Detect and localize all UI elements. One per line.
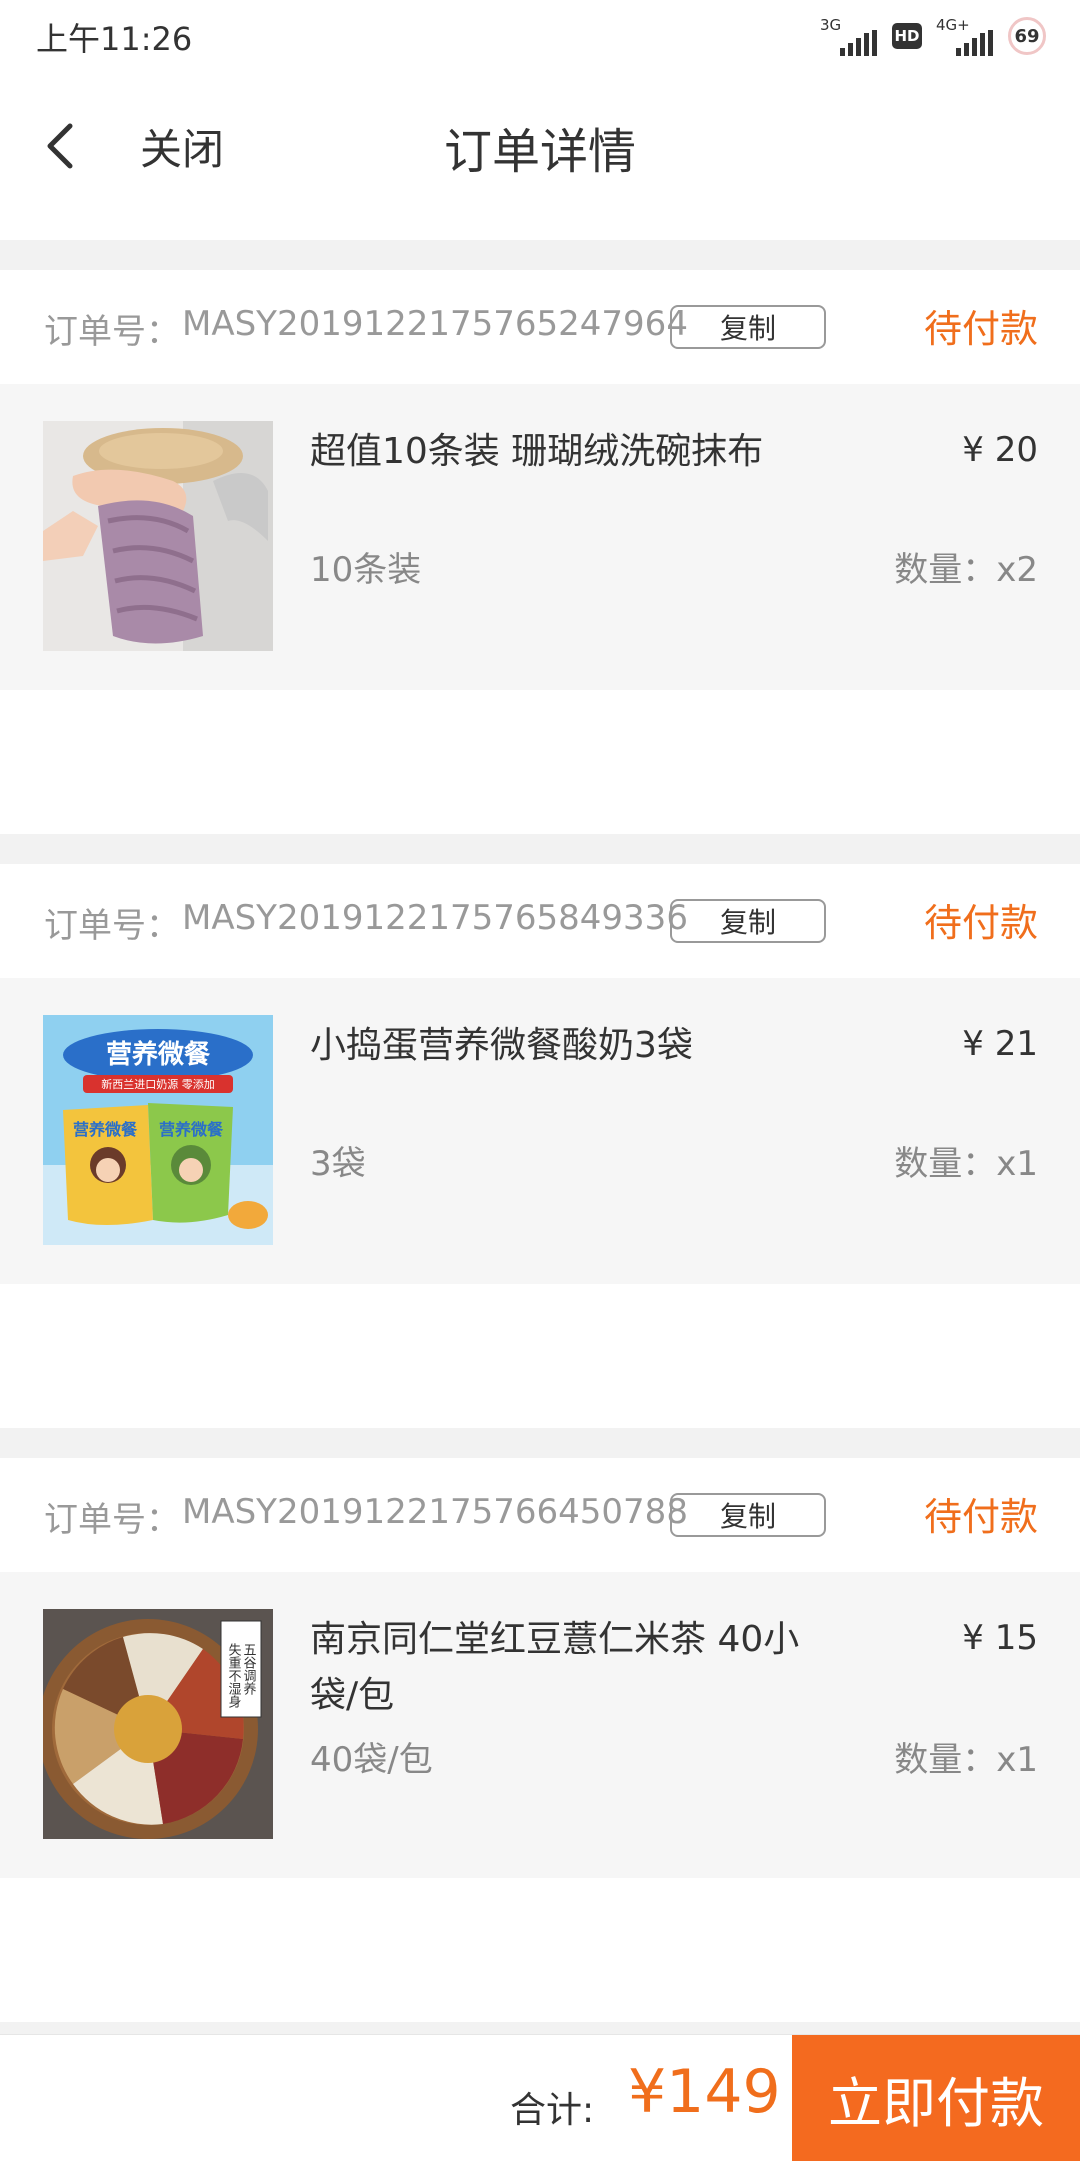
product-price: ¥ 21 [962,1024,1038,1064]
order-card: 订单号： MASY2019122175765849336 复制 待付款 营养微餐… [0,864,1080,1284]
product-image: 五谷调养 失重不湿身 [43,1609,273,1839]
checkout-bar: 合计: ¥149 立即付款 [0,2034,1080,2161]
product-image [43,421,273,651]
order-status: 待付款 [923,901,1038,945]
order-item[interactable]: 超值10条装 珊瑚绒洗碗抹布 ¥ 20 10条装 数量：x2 [0,384,1080,690]
nav-header: 关闭 订单详情 [0,72,1080,240]
product-name: 南京同仁堂红豆薏仁米茶 40小袋/包 [310,1619,800,1716]
order-header: 订单号： MASY2019122175765849336 复制 待付款 [0,864,1080,978]
image-pack2: 营养微餐 [159,1120,224,1139]
battery-icon: 69 [1008,17,1046,55]
order-card: 订单号： MASY2019122175766450788 复制 待付款 五谷调养… [0,1458,1080,1878]
order-item[interactable]: 营养微餐 新西兰进口奶源 零添加 营养微餐 营养微餐 小捣蛋营养微餐酸奶3袋 ¥… [0,978,1080,1284]
product-name: 小捣蛋营养微餐酸奶3袋 [310,1025,693,1066]
image-tag-line2: 失重不湿身 [226,1643,242,1709]
section-divider [0,834,1080,864]
product-price: ¥ 15 [962,1618,1038,1658]
signal-4g-icon: 4G+ [936,16,994,56]
order-card: 订单号： MASY2019122175765247964 复制 待付款 超值10… [0,270,1080,690]
order-number-label: 订单号： [44,906,180,946]
order-status: 待付款 [923,307,1038,351]
image-tag-line1: 五谷调养 [241,1643,257,1696]
copy-button[interactable]: 复制 [670,305,826,349]
status-icons: 3G HD 4G+ 69 [820,14,1046,58]
product-name: 超值10条装 珊瑚绒洗碗抹布 [310,431,764,472]
product-spec: 10条装 [310,550,422,590]
status-bar: 上午11:26 3G HD 4G+ 69 [0,0,1080,72]
pay-now-button[interactable]: 立即付款 [792,2035,1080,2161]
product-price: ¥ 20 [962,430,1038,470]
order-header: 订单号： MASY2019122175766450788 复制 待付款 [0,1458,1080,1572]
order-number-label: 订单号： [44,1500,180,1540]
image-subline: 新西兰进口奶源 零添加 [101,1077,215,1091]
order-number: MASY2019122175765247964 [182,304,688,344]
status-time: 上午11:26 [36,20,193,58]
product-quantity: 数量：x1 [894,1740,1038,1780]
section-divider [0,240,1080,270]
product-spec: 3袋 [310,1144,366,1184]
product-image: 营养微餐 新西兰进口奶源 零添加 营养微餐 营养微餐 [43,1015,273,1245]
page-title: 订单详情 [443,124,636,180]
image-headline: 营养微餐 [106,1039,211,1070]
product-quantity: 数量：x1 [894,1144,1038,1184]
section-divider [0,1428,1080,1458]
image-pack1: 营养微餐 [73,1120,138,1139]
product-quantity: 数量：x2 [894,550,1038,590]
total-label: 合计: [510,2090,595,2131]
copy-button[interactable]: 复制 [670,1493,826,1537]
total-amount: ¥149 [628,2057,781,2127]
copy-button[interactable]: 复制 [670,899,826,943]
hd-icon: HD [892,23,922,49]
product-spec: 40袋/包 [310,1740,433,1780]
order-number-label: 订单号： [44,312,180,352]
order-item[interactable]: 五谷调养 失重不湿身 南京同仁堂红豆薏仁米茶 40小袋/包 ¥ 15 40袋/包… [0,1572,1080,1878]
order-number: MASY2019122175766450788 [182,1492,688,1532]
order-status: 待付款 [923,1495,1038,1539]
order-header: 订单号： MASY2019122175765247964 复制 待付款 [0,270,1080,384]
section-divider [0,2022,1080,2034]
order-number: MASY2019122175765849336 [182,898,688,938]
signal-3g-icon: 3G [820,16,878,56]
